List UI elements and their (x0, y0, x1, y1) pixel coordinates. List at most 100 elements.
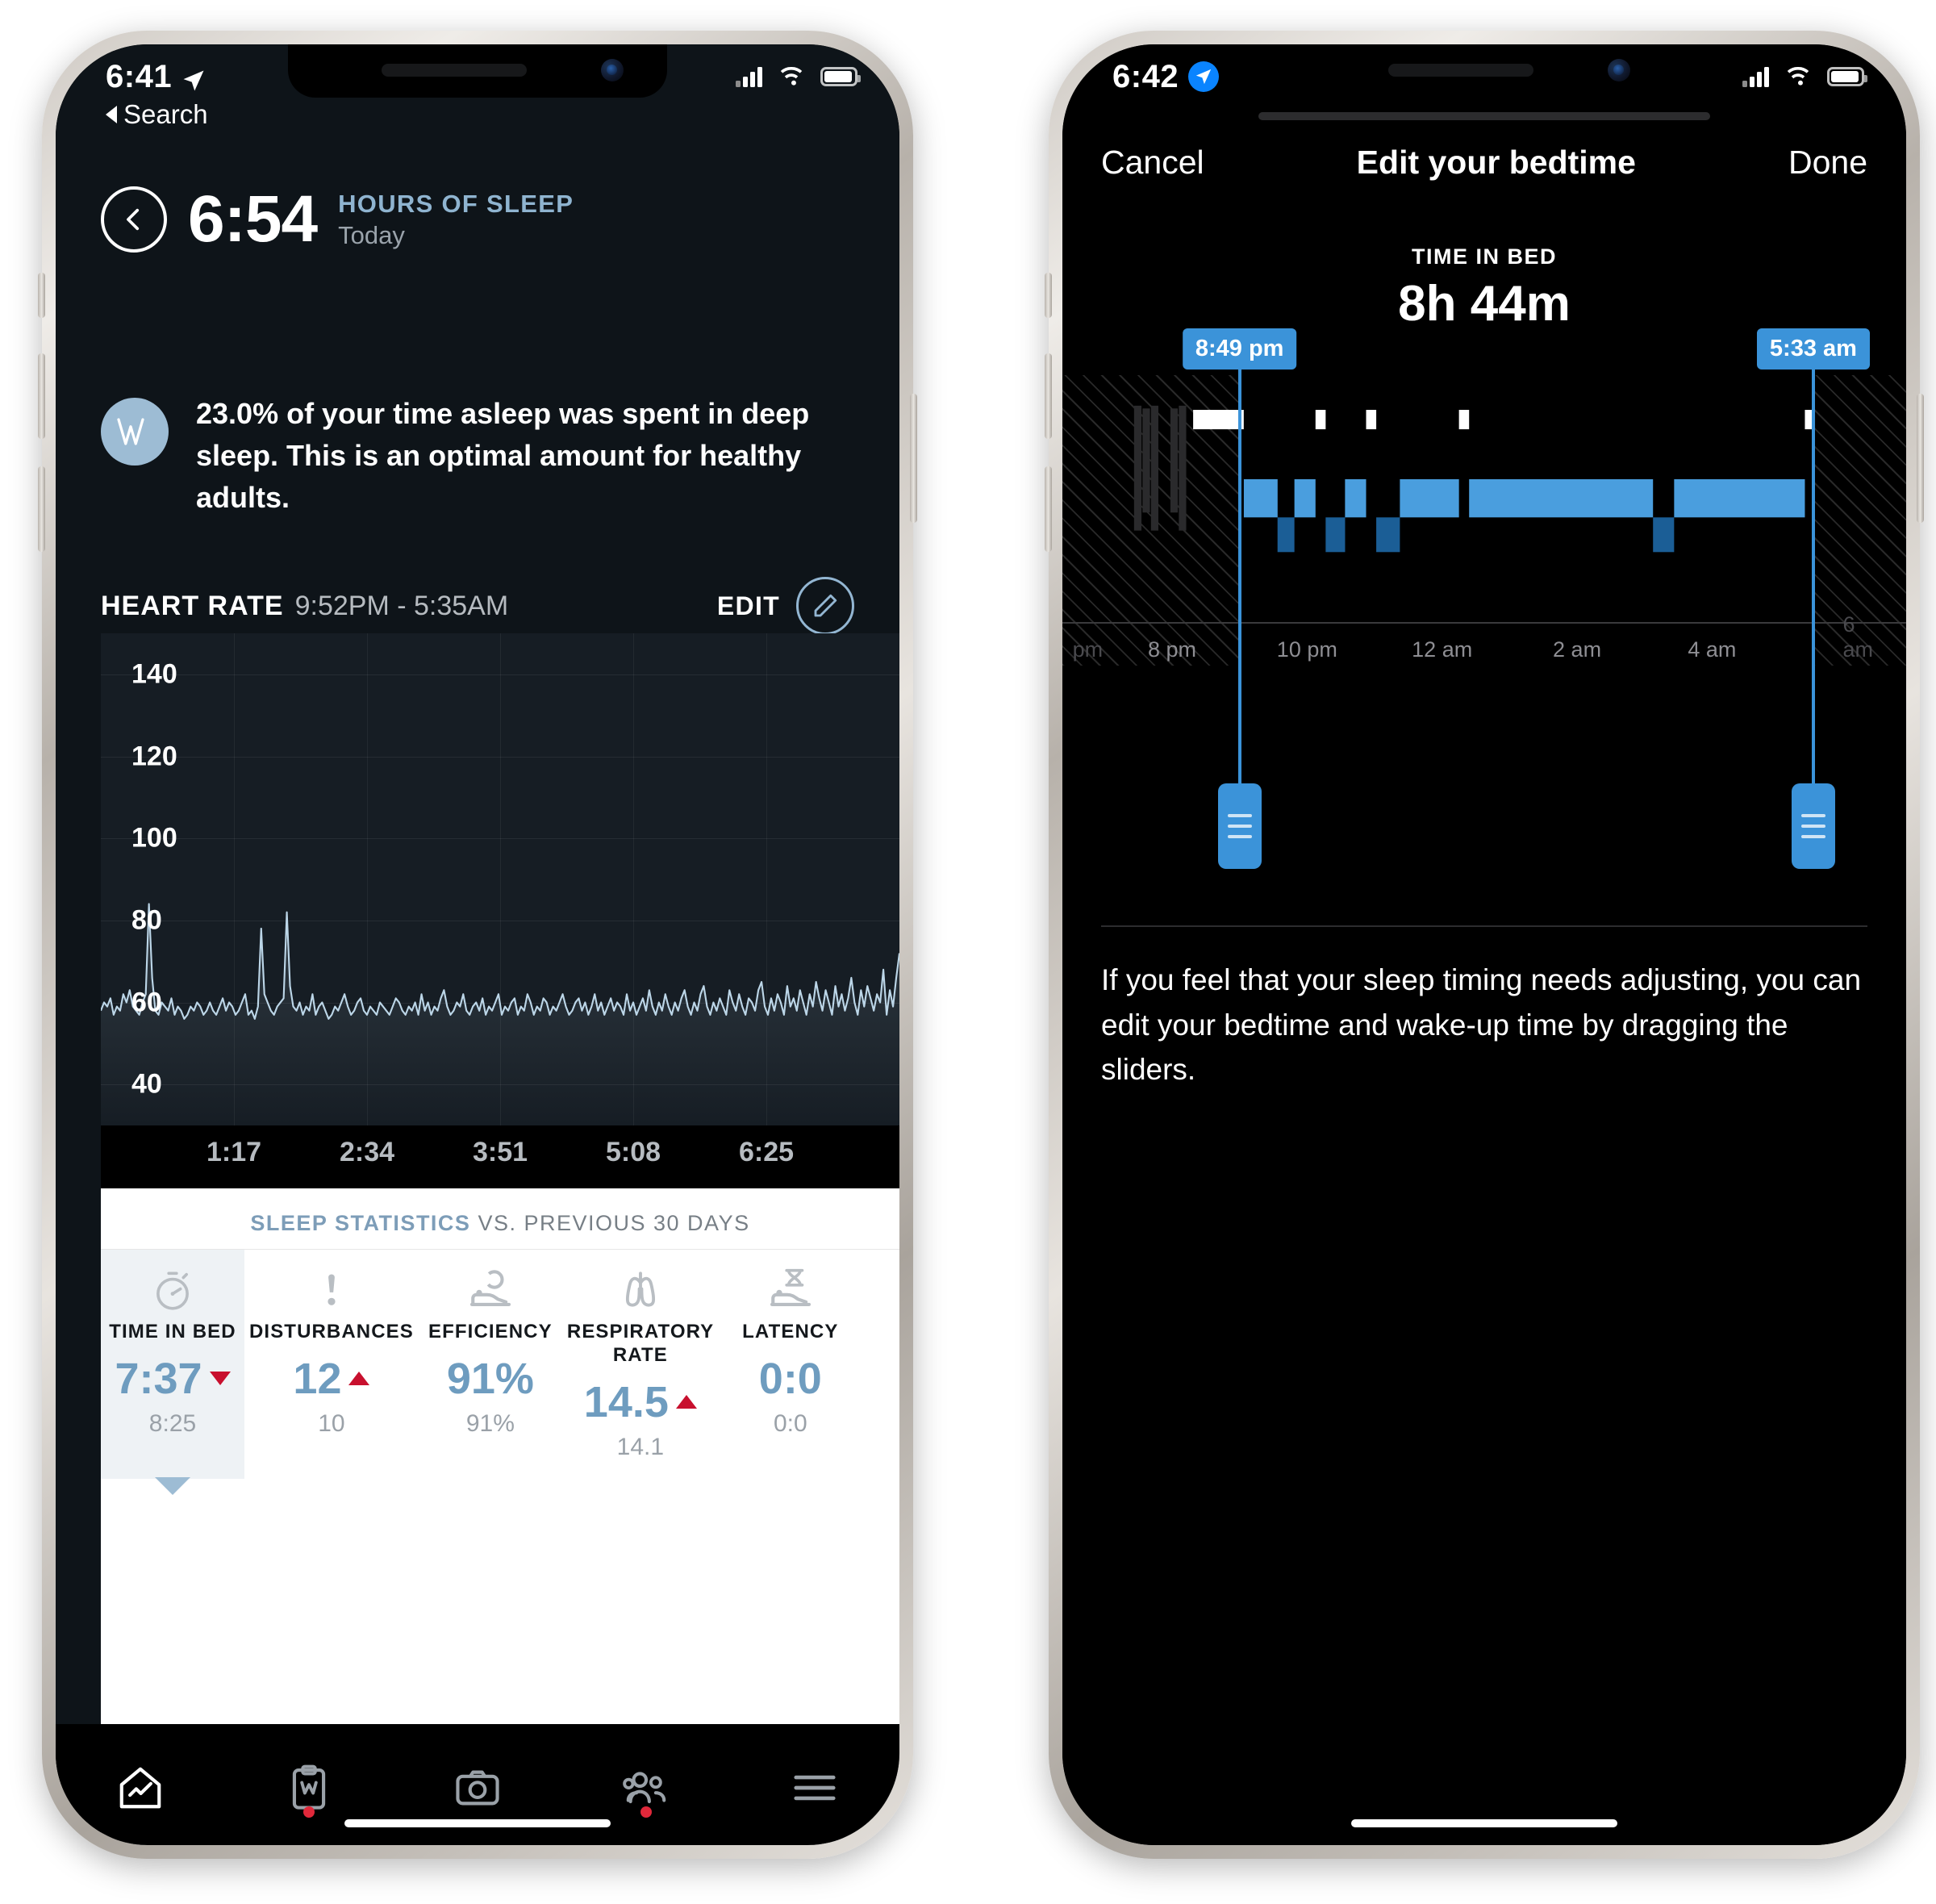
stat-previous-value: 0:0 (773, 1409, 807, 1437)
notch (288, 44, 667, 98)
heart-rate-line (101, 903, 899, 1125)
stat-previous-value: 8:25 (148, 1409, 197, 1437)
status-time-left-text: 6:41 (106, 58, 173, 94)
bedtime-start-pill[interactable]: 8:49 pm (1182, 328, 1297, 370)
stat-cell-time-in-bed[interactable]: TIME IN BED 7:37 8:25 (101, 1250, 244, 1495)
trend-down-icon (209, 1372, 231, 1386)
hypnogram-segment (1400, 479, 1459, 518)
header-meta: HOURS OF SLEEP Today (338, 190, 574, 250)
y-tick-label: 40 (131, 1068, 162, 1100)
hypnogram-segment (1325, 517, 1346, 553)
y-tick-label: 60 (131, 987, 162, 1017)
sheet-grabber[interactable] (1258, 112, 1710, 120)
silence-switch-right[interactable] (1045, 273, 1052, 318)
pencil-icon (796, 577, 854, 635)
cancel-button[interactable]: Cancel (1101, 144, 1204, 182)
x-tick-label: 3:51 (472, 1137, 528, 1167)
location-arrow-badge-icon (1188, 61, 1220, 92)
hypnogram-segment (1315, 410, 1326, 430)
edit-button[interactable]: EDIT (717, 577, 854, 635)
earpiece-speaker-right (1388, 64, 1533, 77)
volume-down-button[interactable] (38, 466, 45, 552)
end-slider-handle[interactable] (1791, 783, 1835, 869)
stat-cell-efficiency[interactable]: EFFICIENCY 91% 91% (419, 1250, 562, 1479)
hypnogram-pre-segment (1170, 408, 1179, 513)
time-in-bed-label: TIME IN BED (1411, 244, 1557, 269)
back-to-search-link[interactable]: Search (106, 99, 208, 130)
stat-label: DISTURBANCES (249, 1321, 414, 1342)
status-time-left: 6:41 (106, 59, 206, 95)
hypnogram-x-tick: pm (1072, 637, 1104, 662)
drag-handle-icon-bar (1227, 835, 1252, 838)
efficiency-bed-icon (424, 1263, 557, 1319)
x-axis: 1:17 2:34 3:51 5:08 6:25 (101, 1125, 899, 1188)
exclamation-icon (249, 1263, 414, 1319)
tab-menu[interactable] (731, 1724, 899, 1845)
stat-label: RESPIRATORY RATE (566, 1321, 715, 1366)
hypnogram-segment (1376, 517, 1400, 553)
tab-overview[interactable] (56, 1724, 224, 1845)
start-slider-line (1237, 367, 1241, 824)
hypnogram-pre-segment (1150, 405, 1159, 531)
selected-caret (155, 1476, 190, 1495)
hypnogram-segment (1653, 517, 1675, 553)
earpiece-speaker (382, 64, 527, 77)
hypnogram-segment (1294, 479, 1316, 518)
x-tick-label: 1:17 (206, 1137, 262, 1167)
insight-text: 23.0% of your time asleep was spent in d… (196, 397, 810, 515)
back-triangle-icon (106, 106, 117, 123)
hypnogram-segment (1345, 479, 1366, 518)
stat-previous-value: 10 (318, 1409, 345, 1437)
bedtime-end-pill[interactable]: 5:33 am (1756, 328, 1870, 370)
back-to-search-label: Search (123, 99, 208, 129)
heart-rate-header: HEART RATE 9:52PM - 5:35AM EDIT (101, 577, 854, 635)
journal-badge-dot (302, 1806, 315, 1818)
section-divider (1101, 925, 1867, 927)
modal-nav-bar: Cancel Edit your bedtime Done (1062, 122, 1906, 203)
stat-value: 91% (446, 1354, 534, 1403)
trend-up-icon (675, 1395, 697, 1409)
whoop-logo-icon (101, 398, 169, 466)
latency-bed-icon (724, 1263, 857, 1319)
trend-up-icon (348, 1372, 370, 1386)
left-phone-screen: 6:41 Search 6:54 HOURS OF SLEEP Today 23… (56, 44, 899, 1845)
volume-down-button-right[interactable] (1045, 466, 1052, 552)
time-in-bed-value: 8h 44m (1398, 276, 1571, 332)
y-tick-label: 140 (131, 658, 177, 690)
hypnogram-x-tick: 12 am (1412, 637, 1473, 662)
edit-button-label: EDIT (716, 591, 780, 620)
statistics-row: TIME IN BED 7:37 8:25 DISTURBANCES 12 10 EFFIC… (101, 1249, 899, 1495)
front-camera-right (1608, 59, 1630, 81)
y-tick-label: 80 (131, 904, 162, 936)
right-phone-screen: 6:42 Cancel Edit your bedtime Done TIME … (1062, 44, 1906, 1845)
power-button[interactable] (910, 394, 917, 523)
community-icon (623, 1772, 666, 1804)
drag-handle-icon-bar (1800, 825, 1825, 828)
power-button-right[interactable] (1917, 394, 1924, 523)
start-slider-handle[interactable] (1217, 783, 1262, 869)
home-indicator-left[interactable] (344, 1819, 611, 1827)
hypnogram-x-tick: 2 am (1553, 637, 1602, 662)
stat-label: LATENCY (742, 1321, 839, 1342)
back-button[interactable] (101, 186, 167, 253)
page-subtitle: Today (338, 220, 405, 249)
stats-title-rest: VS. PREVIOUS 30 DAYS (478, 1211, 750, 1235)
hypnogram-segment (1674, 479, 1805, 518)
hypnogram-segment (1243, 479, 1278, 518)
volume-up-button-right[interactable] (1045, 353, 1052, 439)
stat-cell-latency[interactable]: LATENCY 0:0 0:0 (719, 1250, 862, 1479)
modal-title: Edit your bedtime (1356, 143, 1636, 181)
stat-previous-value: 91% (465, 1409, 515, 1437)
home-indicator-right[interactable] (1351, 1819, 1617, 1827)
y-tick-label: 100 (131, 822, 177, 854)
stat-cell-respiratory-rate[interactable]: RESPIRATORY RATE 14.5 14.1 (562, 1250, 719, 1479)
done-button[interactable]: Done (1788, 144, 1867, 182)
stats-title-accent: SLEEP STATISTICS (250, 1211, 471, 1235)
status-indicators-right (1742, 64, 1867, 90)
silence-switch[interactable] (38, 273, 45, 318)
hypnogram-segment (1193, 410, 1244, 430)
hypnogram-pre-segment (1179, 405, 1187, 531)
stat-cell-disturbances[interactable]: DISTURBANCES 12 10 (244, 1250, 419, 1479)
volume-up-button[interactable] (38, 353, 45, 439)
insight-card: 23.0% of your time asleep was spent in d… (101, 393, 854, 520)
